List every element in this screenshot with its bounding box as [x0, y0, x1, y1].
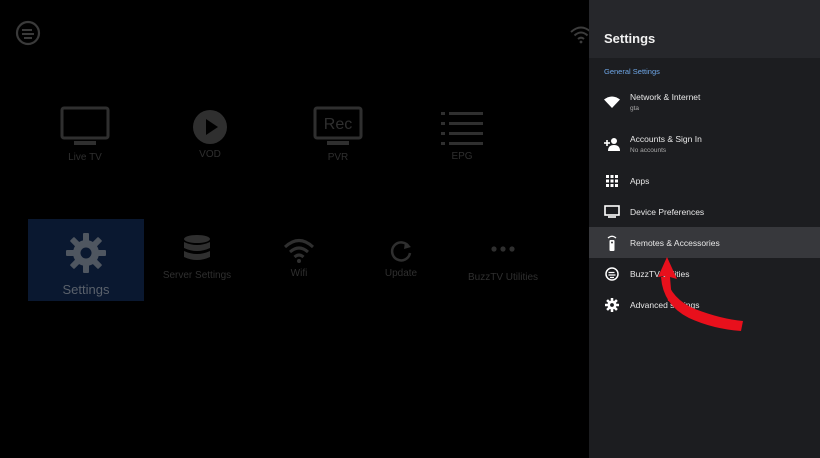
tile-label: Settings	[62, 282, 110, 297]
menu-item-advanced-settings[interactable]: Advanced settings	[589, 289, 820, 320]
menu-item-network-internet[interactable]: Network & Internet gta	[589, 81, 820, 123]
tv-icon	[52, 106, 118, 148]
menu-item-sublabel: gta	[630, 105, 640, 112]
wifi-icon	[276, 238, 322, 264]
monitor-icon	[604, 204, 620, 220]
menu-item-label: Accounts & Sign In	[630, 134, 702, 144]
tile-label: Wifi	[290, 268, 308, 279]
tile-buzztv-utilities[interactable]: BuzzTV Utilities	[466, 244, 540, 283]
menu-item-device-preferences[interactable]: Device Preferences	[589, 196, 820, 227]
tile-pvr[interactable]: Rec PVR	[306, 106, 370, 163]
tile-wifi[interactable]: Wifi	[276, 238, 322, 279]
tile-label: EPG	[451, 151, 473, 162]
refresh-icon	[376, 238, 426, 264]
tile-label: VOD	[199, 149, 221, 160]
tile-server-settings[interactable]: Server Settings	[160, 234, 234, 281]
rec-icon: Rec	[306, 106, 370, 148]
menu-item-remotes-accessories[interactable]: Remotes & Accessories	[589, 227, 820, 258]
tile-label: Server Settings	[162, 270, 232, 281]
menu-item-sublabel: No accounts	[630, 147, 667, 154]
tile-label: BuzzTV Utilities	[467, 272, 538, 283]
settings-panel: Settings General Settings Network & Inte…	[589, 0, 820, 458]
menu-item-label: Remotes & Accessories	[630, 237, 720, 248]
rec-text: Rec	[324, 116, 352, 133]
section-title: General Settings	[604, 67, 660, 76]
remote-icon	[604, 235, 620, 251]
gear-icon	[604, 297, 620, 313]
apps-grid-icon	[604, 173, 620, 189]
tile-update[interactable]: Update	[376, 238, 426, 279]
panel-title: Settings	[604, 31, 656, 46]
menu-item-buzztv-utilities[interactable]: BuzzTV Utilities	[589, 258, 820, 289]
menu-item-label: Apps	[630, 175, 650, 186]
menu-item-label: Network & Internet	[630, 92, 701, 102]
tile-live-tv[interactable]: Live TV	[52, 106, 118, 163]
menu-item-label: BuzzTV Utilities	[630, 268, 690, 279]
tile-label: Update	[384, 268, 418, 279]
screen: Live TV VOD Rec PVR EPG Settings Server …	[0, 0, 820, 458]
gear-icon	[28, 231, 144, 275]
menu-item-accounts-sign-in[interactable]: Accounts & Sign In No accounts	[589, 123, 820, 165]
buzztv-logo-icon	[15, 20, 41, 46]
dots-icon	[466, 244, 540, 254]
database-icon	[160, 234, 234, 266]
tile-settings[interactable]: Settings	[28, 219, 144, 301]
list-icon	[432, 109, 492, 147]
wifi-icon	[604, 94, 620, 110]
add-person-icon	[604, 136, 620, 152]
buzztv-icon	[604, 266, 620, 282]
tile-label: PVR	[327, 152, 349, 163]
menu-item-label: Advanced settings	[630, 299, 700, 310]
tile-label: Live TV	[68, 152, 102, 163]
tile-vod[interactable]: VOD	[180, 109, 240, 160]
tile-epg[interactable]: EPG	[432, 109, 492, 162]
play-icon	[180, 109, 240, 145]
settings-menu: Network & Internet gta Accounts & Sign I…	[589, 81, 820, 320]
menu-item-apps[interactable]: Apps	[589, 165, 820, 196]
panel-header: Settings	[589, 0, 820, 58]
menu-item-label: Device Preferences	[630, 206, 705, 217]
